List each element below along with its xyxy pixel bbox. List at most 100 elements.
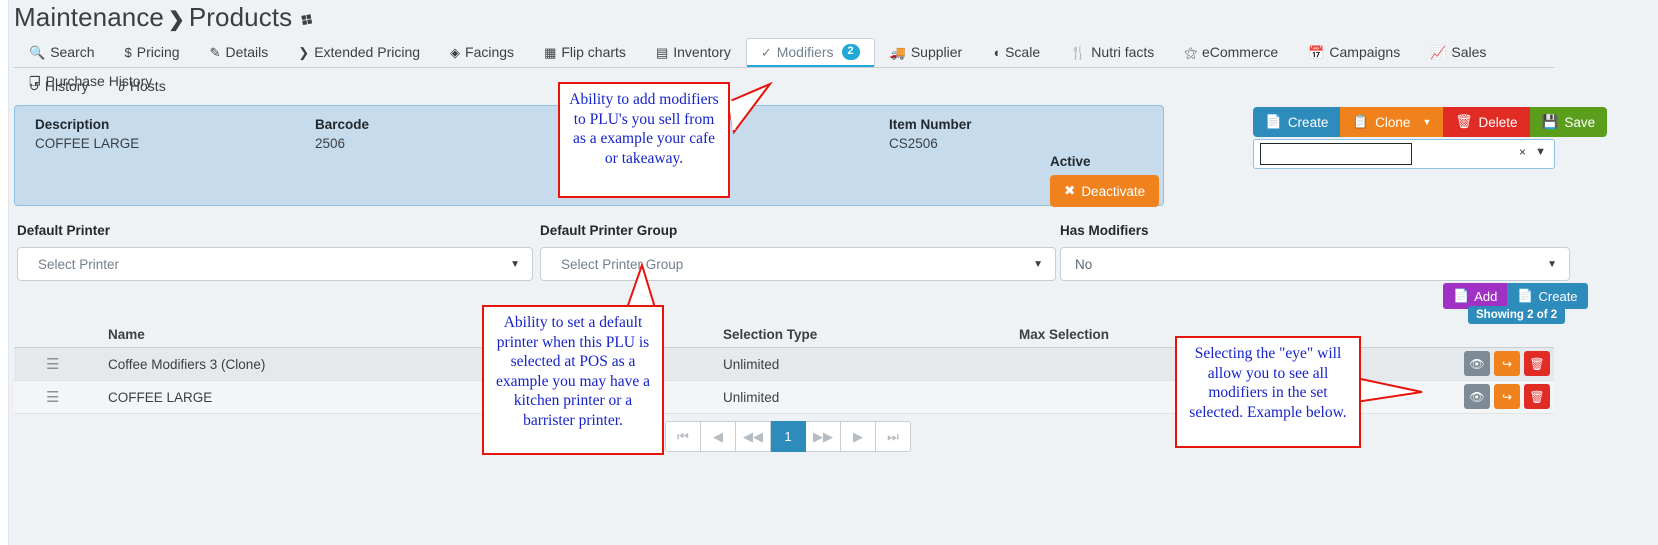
share-arrow-button[interactable]: ↪ xyxy=(1494,351,1520,376)
pagination-first[interactable]: ⏮ xyxy=(665,421,701,452)
default-printer-group-label: Default Printer Group xyxy=(540,223,678,238)
tab-label: Campaigns xyxy=(1329,44,1401,60)
has-modifiers-label: Has Modifiers xyxy=(1060,223,1149,238)
tab-extended-pricing[interactable]: ❯ Extended Pricing xyxy=(283,38,435,67)
pagination-next-page[interactable]: ▶ xyxy=(841,421,876,452)
create-button[interactable]: 📄 Create xyxy=(1253,107,1341,137)
tab-scale[interactable]: ◖ Scale xyxy=(977,38,1055,67)
drag-handle-icon[interactable]: ☰ xyxy=(14,388,108,406)
tab-pricing[interactable]: $ Pricing xyxy=(110,38,195,67)
tab-campaigns[interactable]: 📅 Campaigns xyxy=(1293,38,1415,67)
tab-label: Hosts xyxy=(129,78,166,94)
check-circle-icon: ✓ xyxy=(760,44,772,60)
annotation-callout-modifiers: Ability to add modifiers to PLU's you se… xyxy=(558,82,730,198)
has-modifiers-select[interactable]: No ▼ xyxy=(1060,247,1570,281)
deactivate-label: Deactivate xyxy=(1081,183,1146,199)
file-add-icon: 📄 xyxy=(1453,288,1470,303)
clear-selection-icon[interactable]: × xyxy=(1519,145,1526,159)
pagination-prev[interactable]: ◀◀ xyxy=(736,421,771,452)
cell-selection-type: Unlimited xyxy=(723,356,780,372)
row-actions: 👁 ↪ 🗑 xyxy=(1464,351,1550,376)
tab-sales[interactable]: 📈 Sales xyxy=(1415,38,1501,67)
share-arrow-button[interactable]: ↪ xyxy=(1494,384,1520,409)
deactivate-button[interactable]: ✖ Deactivate xyxy=(1050,175,1160,207)
gauge-icon: ◖ xyxy=(992,44,1001,60)
save-label: Save xyxy=(1564,114,1596,130)
tab-label: Inventory xyxy=(673,44,731,60)
drag-handle-icon[interactable]: ☰ xyxy=(14,355,108,373)
tab-ecommerce[interactable]: ⚝ eCommerce xyxy=(1169,38,1293,67)
tab-search[interactable]: 🔍 Search xyxy=(14,38,110,67)
clone-label: Clone xyxy=(1375,114,1411,130)
view-eye-button[interactable]: 👁 xyxy=(1464,384,1490,409)
tab-details[interactable]: ✎ Details xyxy=(195,38,284,67)
cutlery-icon: 🍴 xyxy=(1070,44,1087,60)
pagination: ⏮ ◀ ◀◀ 1 ▶▶ ▶ ⏭ xyxy=(665,421,911,452)
item-number-value: CS2506 xyxy=(889,136,938,151)
default-printer-select[interactable]: Select Printer ▼ xyxy=(17,247,533,281)
row-actions: 👁 ↪ 🗑 xyxy=(1464,384,1550,409)
trash-icon: 🗑 xyxy=(1455,114,1473,129)
save-disk-icon: 💾 xyxy=(1541,114,1559,129)
file-icon: 📄 xyxy=(1265,114,1282,129)
create-label: Create xyxy=(1287,114,1329,130)
cell-selection-type: Unlimited xyxy=(723,389,780,405)
tab-history[interactable]: ↺ History xyxy=(14,72,103,101)
record-action-toolbar: 📄 Create 📋 Clone ▼ 🗑 Delete 💾 Save xyxy=(1253,107,1608,137)
view-eye-button[interactable]: 👁 xyxy=(1464,351,1490,376)
tab-facings[interactable]: ◈ Facings xyxy=(435,38,529,67)
pin-icon[interactable]: ❖ xyxy=(294,7,319,34)
item-number-field: Item Number CS2506 xyxy=(889,117,972,151)
chevron-right-icon: ❯ xyxy=(298,44,310,60)
secondary-tab-bar: ↺ History ∂ Hosts xyxy=(14,72,1554,101)
tab-hosts[interactable]: ∂ Hosts xyxy=(103,72,180,101)
default-printer-value: Select Printer xyxy=(38,256,120,272)
pagination-prev-page[interactable]: ◀ xyxy=(701,421,736,452)
globe-icon: ⚝ xyxy=(1184,44,1197,60)
description-value: COFFEE LARGE xyxy=(35,136,140,151)
tab-label: Search xyxy=(50,44,95,60)
active-status-field: Active ✖ Deactivate xyxy=(1050,154,1160,207)
dollar-icon: $ xyxy=(124,44,132,60)
modifiers-count-badge: 2 xyxy=(841,44,860,60)
chevron-down-icon[interactable]: ▼ xyxy=(1535,146,1546,158)
create-label: Create xyxy=(1538,288,1578,304)
delete-button[interactable]: 🗑 Delete xyxy=(1443,107,1530,137)
pagination-next[interactable]: ▶▶ xyxy=(806,421,841,452)
column-header-selection-type: Selection Type xyxy=(723,327,818,342)
delete-trash-button[interactable]: 🗑 xyxy=(1524,351,1550,376)
clone-button[interactable]: 📋 Clone ▼ xyxy=(1340,107,1444,137)
delete-trash-button[interactable]: 🗑 xyxy=(1524,384,1550,409)
tab-label: eCommerce xyxy=(1201,44,1279,60)
tab-nutri-facts[interactable]: 🍴 Nutri facts xyxy=(1055,38,1169,67)
breadcrumb-root[interactable]: Maintenance xyxy=(14,2,164,32)
tab-modifiers[interactable]: ✓ Modifiers 2 xyxy=(745,38,875,67)
annotation-callout-eye: Selecting the "eye" will allow you to se… xyxy=(1175,336,1361,448)
tag-icon: ◈ xyxy=(450,44,461,60)
calendar-icon: 📅 xyxy=(1308,44,1325,60)
tab-flip-charts[interactable]: ▦ Flip charts xyxy=(529,38,641,67)
copy-icon: 📋 xyxy=(1352,114,1370,129)
tab-supplier[interactable]: 🚚 Supplier xyxy=(875,38,978,67)
record-selector[interactable]: × ▼ xyxy=(1253,139,1555,169)
default-printer-group-select[interactable]: Select Printer Group ▼ xyxy=(540,247,1056,281)
search-icon: 🔍 xyxy=(29,44,46,60)
description-field: Description COFFEE LARGE xyxy=(35,117,139,151)
truck-icon: 🚚 xyxy=(889,44,906,60)
pagination-last[interactable]: ⏭ xyxy=(876,421,911,452)
pagination-page-1[interactable]: 1 xyxy=(771,421,806,452)
tab-inventory[interactable]: ▤ Inventory xyxy=(641,38,746,67)
save-button[interactable]: 💾 Save xyxy=(1529,107,1608,137)
tab-label: Extended Pricing xyxy=(314,44,421,60)
tab-label: Facings xyxy=(465,44,515,60)
add-label: Add xyxy=(1474,288,1498,304)
has-modifiers-value: No xyxy=(1075,256,1093,272)
chart-line-icon: 📈 xyxy=(1430,44,1447,60)
grid-icon: ▦ xyxy=(544,44,557,60)
record-selector-input[interactable] xyxy=(1260,143,1412,165)
barcode-label: Barcode xyxy=(315,117,370,132)
tab-label: Sales xyxy=(1451,44,1487,60)
edit-icon: ✎ xyxy=(209,44,221,60)
chevron-down-icon: ▼ xyxy=(510,258,520,270)
history-icon: ↺ xyxy=(29,78,40,94)
